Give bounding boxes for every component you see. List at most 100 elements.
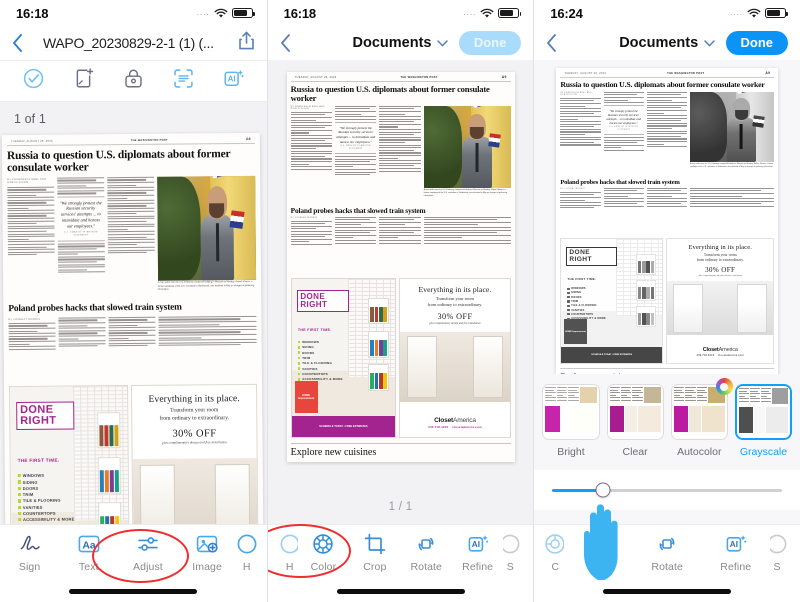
text-scan-icon[interactable] <box>172 67 195 95</box>
nav-bar: Documents Done <box>534 26 800 60</box>
status-indicators: .... <box>197 8 255 19</box>
article-column <box>646 187 687 234</box>
sliders-icon <box>138 537 158 551</box>
bottom-toolbar-1: Sign Aa Text Adjust Image H <box>0 524 267 602</box>
filter-thumb-wrap <box>542 384 600 440</box>
masthead-paper: The Washington Post <box>400 75 438 79</box>
tool-crop[interactable]: Crop <box>349 532 400 573</box>
tool-adjust[interactable]: Adjust <box>118 532 177 573</box>
lock-icon[interactable] <box>122 67 145 95</box>
ai-enhance-icon: AI <box>726 535 746 552</box>
article-column: "We strongly protest the Russian securit… <box>57 177 105 297</box>
document-viewport-1[interactable]: 1 of 1 Tuesday, August 29, 2023 The Wash… <box>0 102 267 524</box>
home-indicator <box>603 589 732 594</box>
tool-refine[interactable]: AI Refine <box>701 532 770 573</box>
masthead-date: Tuesday, August 29, 2023 <box>564 71 607 75</box>
share-button[interactable] <box>238 31 255 55</box>
article-headline-1: Russia to question U.S. diplomats about … <box>6 147 231 174</box>
newspaper-page[interactable]: Tuesday, August 29, 2023 The Washington … <box>286 72 515 462</box>
ai-enhance-icon: AI <box>468 535 488 552</box>
svg-text:Aa: Aa <box>82 540 96 551</box>
ad-doneright-logo: DONE RIGHT <box>566 247 617 266</box>
ad-doneright-line2: RIGHT <box>300 299 328 309</box>
list-item: VANITIES <box>297 367 343 371</box>
tool-refine-label: Refine <box>720 561 752 573</box>
done-button[interactable]: Done <box>725 31 789 55</box>
tool-more-partial[interactable]: H <box>237 532 267 573</box>
chevron-left-icon[interactable] <box>280 34 291 52</box>
slider-thumb[interactable] <box>595 482 611 498</box>
filter-clear[interactable]: Clear <box>606 384 664 458</box>
rotate-icon <box>659 537 675 551</box>
list-item: COUNTERTOPS <box>18 511 74 516</box>
chevron-down-icon <box>437 39 449 46</box>
tool-text[interactable]: Aa Text <box>59 532 118 573</box>
article-column <box>646 91 687 174</box>
pull-quote-attrib: U.S. Embassy in Moscow statement <box>340 145 371 150</box>
ad-doneright-logo: DONE RIGHT <box>15 401 75 431</box>
filter-bright-label: Bright <box>557 446 585 458</box>
pull-quote: "We strongly protest the Russian securit… <box>335 121 377 154</box>
tool-partial-right[interactable]: S <box>503 532 533 573</box>
chevron-left-icon[interactable] <box>12 34 23 52</box>
tool-color[interactable]: Color <box>298 532 349 573</box>
intensity-slider[interactable] <box>552 482 783 498</box>
pull-quote: "We strongly protest the Russian securit… <box>603 105 644 135</box>
tool-partial-right[interactable]: S <box>770 532 800 573</box>
color-wheel-icon <box>313 534 334 554</box>
tool-crop[interactable]: Crop <box>564 532 633 573</box>
article-column <box>689 187 775 234</box>
masthead: Tuesday, August 29, 2023 The Washington … <box>560 71 775 78</box>
panel-2-color-tool: 16:18 .... Documents Done TUESDAY, AUGUS… <box>267 0 534 602</box>
article-column: "We strongly protest the Russian securit… <box>335 105 377 202</box>
tool-partial-left[interactable]: H <box>268 532 298 573</box>
signal-dots-icon: .... <box>730 8 744 17</box>
ad-doneright-logo-badge: HOME Improvement <box>564 319 587 345</box>
crop-icon <box>364 533 386 555</box>
battery-icon <box>498 8 522 18</box>
bottom-toolbar-2: H Color Crop Rotate AI Refine S <box>267 524 534 602</box>
article-column <box>335 216 377 273</box>
ai-enhance-icon[interactable]: AI <box>222 67 245 95</box>
newspaper-page[interactable]: Tuesday, August 29, 2023 The Washington … <box>1 132 265 524</box>
chevron-left-icon[interactable] <box>546 34 557 52</box>
tool-partial-right-label: S <box>773 561 781 573</box>
intensity-slider-row[interactable] <box>534 470 800 510</box>
panel-1-editor: 16:18 .... WAPO_20230829-2-1 (1) (... AI… <box>0 0 267 602</box>
check-circle-icon[interactable] <box>22 67 45 95</box>
pull-quote-attrib: U.S. Embassy in Moscow statement <box>64 231 98 237</box>
ad-closet-headline: Everything in its place. <box>148 392 240 405</box>
article-headline-2: Poland probes hacks that slowed train sy… <box>8 302 182 314</box>
nav-title: Documents <box>619 35 699 51</box>
filter-autocolor[interactable]: Autocolor <box>670 378 733 458</box>
color-wheel-icon <box>545 534 565 554</box>
status-clock: 16:24 <box>550 5 583 21</box>
tool-image[interactable]: Image <box>178 532 237 573</box>
tool-refine[interactable]: AI Refine <box>452 532 503 573</box>
nav-bar: WAPO_20230829-2-1 (1) (... <box>0 26 267 60</box>
article-column: By Loveday Morris <box>290 217 333 273</box>
ad-closet-sub2: from ordinary to extraordinary. <box>427 301 483 307</box>
article-photo <box>689 91 775 162</box>
document-viewport-3[interactable]: Tuesday, August 29, 2023 The Washington … <box>534 60 800 398</box>
tool-sign[interactable]: Sign <box>0 532 59 573</box>
article-column <box>58 317 106 379</box>
top-tool-row: AI <box>0 60 267 102</box>
tool-color-partial[interactable]: C <box>534 532 565 573</box>
add-page-icon[interactable] <box>72 67 95 95</box>
document-viewport-2[interactable]: Tuesday, August 29, 2023 The Washington … <box>267 60 534 524</box>
tool-rotate[interactable]: Rotate <box>633 532 702 573</box>
filter-strip[interactable]: Bright Clear Autocolor Grayscale <box>534 374 800 470</box>
filter-thumb-wrap <box>606 384 664 440</box>
newspaper-page-grayscale[interactable]: Tuesday, August 29, 2023 The Washington … <box>556 68 779 386</box>
color-wheel-badge-icon <box>715 378 733 395</box>
file-name-title[interactable]: WAPO_20230829-2-1 (1) (... <box>26 35 231 51</box>
tool-rotate[interactable]: Rotate <box>401 532 452 573</box>
ad-doneright-checklist: WINDOWS SIDING DOORS TRIM TILE & FLOORIN… <box>297 340 343 382</box>
done-button[interactable]: Done <box>458 31 522 55</box>
masthead: Tuesday, August 29, 2023 The Washington … <box>6 136 255 146</box>
filter-bright[interactable]: Bright <box>542 384 600 458</box>
filter-grayscale[interactable]: Grayscale <box>734 384 793 458</box>
image-icon <box>196 535 218 553</box>
tool-rotate-label: Rotate <box>410 561 442 573</box>
